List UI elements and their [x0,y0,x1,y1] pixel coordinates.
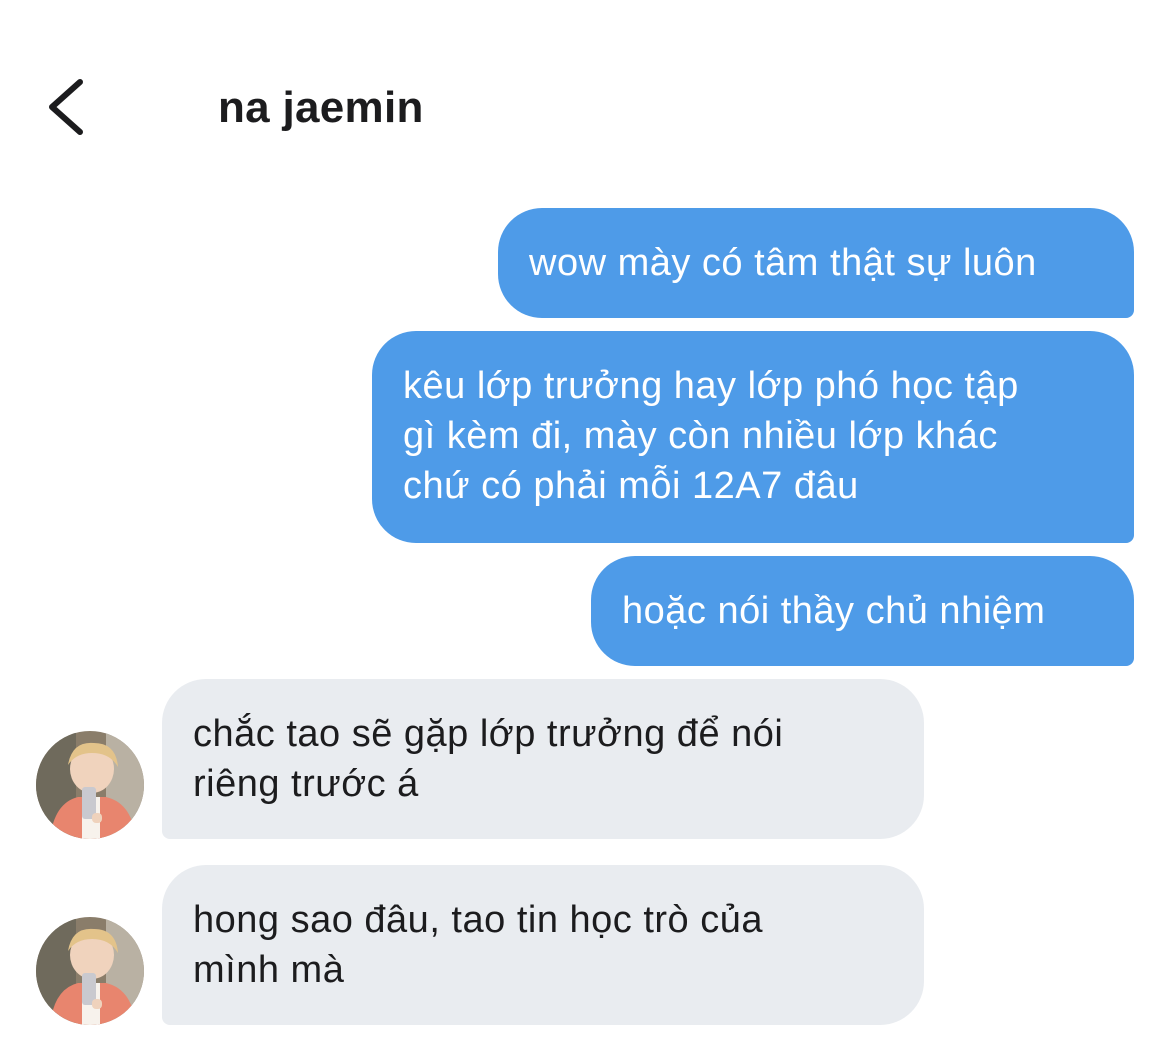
message-text: hong sao đâu, tao tin học trò của mình m… [193,899,764,991]
message-text: wow mày có tâm thật sự luôn [529,242,1037,284]
message-bubble-outgoing[interactable]: hoặc nói thầy chủ nhiệm [591,556,1134,666]
message-text: kêu lớp trưởng hay lớp phó học tập gì kè… [403,365,1019,507]
message-text: hoặc nói thầy chủ nhiệm [622,590,1046,632]
avatar[interactable] [36,917,144,1025]
avatar[interactable] [36,731,144,839]
message-text: chắc tao sẽ gặp lớp trưởng để nói riêng … [193,713,784,805]
message-list: wow mày có tâm thật sự luôn kêu lớp trưở… [0,0,1169,1042]
message-bubble-incoming[interactable]: chắc tao sẽ gặp lớp trưởng để nói riêng … [162,679,924,839]
message-bubble-incoming[interactable]: hong sao đâu, tao tin học trò của mình m… [162,865,924,1025]
message-bubble-outgoing[interactable]: wow mày có tâm thật sự luôn [498,208,1134,318]
message-bubble-outgoing[interactable]: kêu lớp trưởng hay lớp phó học tập gì kè… [372,331,1134,543]
